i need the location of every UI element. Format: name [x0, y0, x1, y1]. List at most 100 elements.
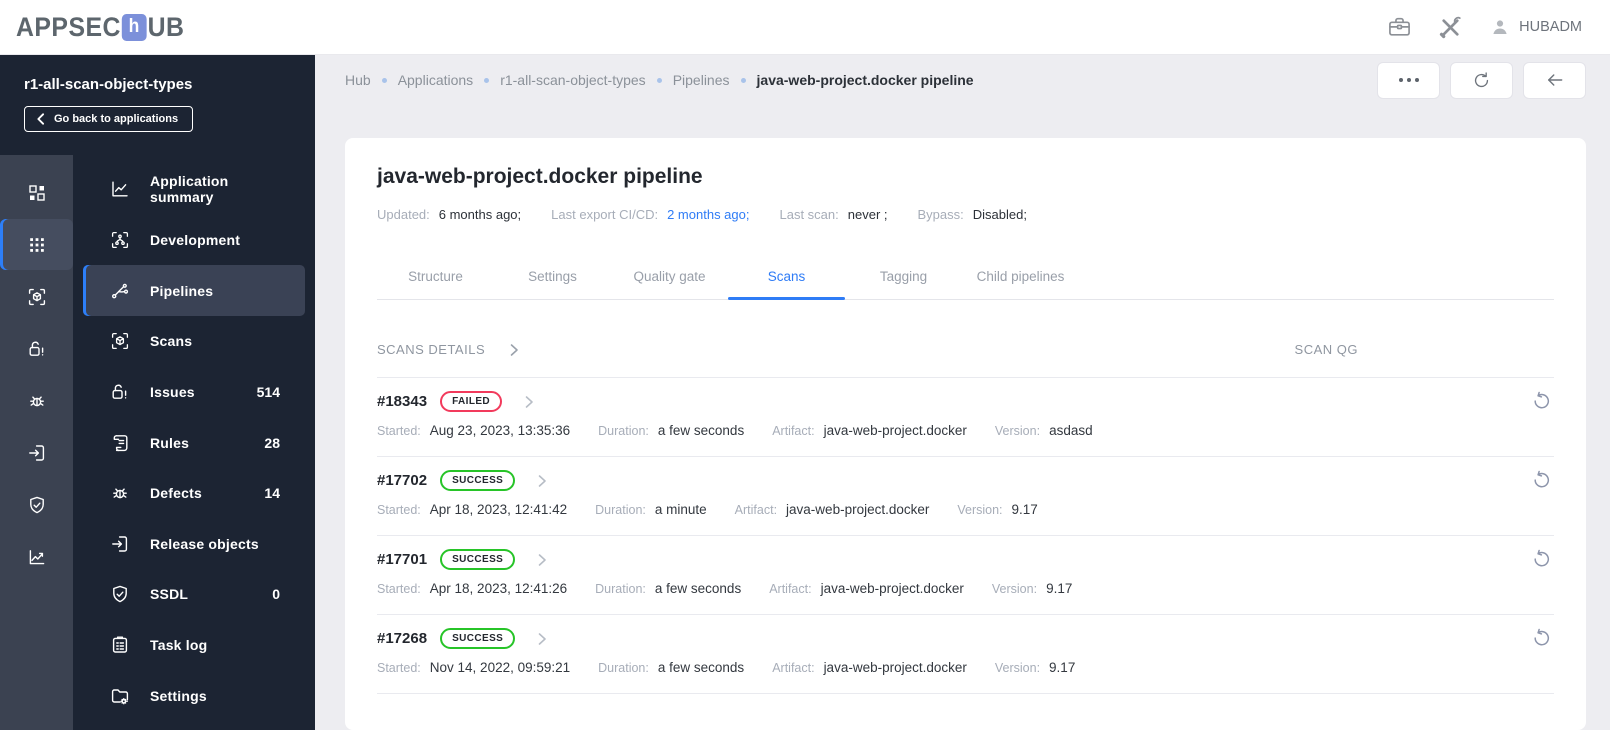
- scan-artifact-link[interactable]: java-web-project.docker: [824, 423, 967, 438]
- scan-qg-column-header: SCAN QG: [1294, 342, 1358, 357]
- breadcrumb-dot: [484, 77, 490, 83]
- breadcrumb-application[interactable]: r1-all-scan-object-types: [500, 72, 646, 88]
- pipeline-tabs: Structure Settings Quality gate Scans Ta…: [377, 256, 1554, 300]
- more-options-icon: [1398, 78, 1419, 82]
- breadcrumb-hub[interactable]: Hub: [345, 72, 371, 88]
- back-arrow-icon: [1547, 74, 1562, 86]
- breadcrumb-current: java-web-project.docker pipeline: [756, 72, 974, 88]
- chevron-right-icon[interactable]: [535, 553, 549, 567]
- last-export-label: Last export CI/CD:: [551, 207, 659, 222]
- scan-artifact-link[interactable]: java-web-project.docker: [786, 502, 929, 517]
- chart-icon[interactable]: [0, 531, 73, 582]
- tab-quality-gate[interactable]: Quality gate: [611, 256, 728, 299]
- refresh-button[interactable]: [1450, 61, 1513, 99]
- briefcase-icon[interactable]: [1387, 15, 1412, 40]
- breadcrumb-bar: Hub Applications r1-all-scan-object-type…: [315, 55, 1610, 105]
- more-options-button[interactable]: [1377, 61, 1440, 99]
- bypass-label: Bypass:: [917, 207, 964, 222]
- sidebar-item-defects[interactable]: Defects 14: [83, 468, 305, 519]
- last-scan-value: never ;: [847, 207, 888, 222]
- sidebar-item-rules[interactable]: Rules 28: [83, 417, 305, 468]
- sidebar-item-task-log[interactable]: Task log: [83, 620, 305, 671]
- bypass-value: Disabled;: [972, 207, 1027, 222]
- scan-id[interactable]: #17701: [377, 551, 427, 568]
- tools-icon[interactable]: [1438, 15, 1463, 40]
- rules-scroll-icon: [110, 433, 130, 453]
- updated-label: Updated:: [377, 207, 430, 222]
- release-box-icon: [110, 534, 130, 554]
- lock-icon: [110, 382, 130, 402]
- sidebar-item-settings[interactable]: Settings: [83, 670, 305, 721]
- breadcrumb-dot: [381, 77, 387, 83]
- top-header: APPSEC h UB HUBADM: [0, 0, 1610, 55]
- scan-cube-icon[interactable]: [0, 271, 73, 322]
- rerun-scan-icon[interactable]: [1531, 470, 1552, 491]
- tab-structure[interactable]: Structure: [377, 256, 494, 299]
- tab-settings[interactable]: Settings: [494, 256, 611, 299]
- pipeline-card: java-web-project.docker pipeline Updated…: [345, 138, 1586, 730]
- chart-line-icon: [110, 179, 130, 199]
- scan-status-badge: SUCCESS: [440, 470, 516, 491]
- next-row-divider: [377, 693, 1554, 717]
- pipeline-icon: [110, 281, 130, 301]
- issues-count-badge: 514: [256, 383, 280, 400]
- bug-icon[interactable]: [0, 375, 73, 426]
- ssdl-count-badge: 0: [272, 586, 280, 603]
- user-menu[interactable]: HUBADM: [1489, 16, 1582, 38]
- chevron-right-icon[interactable]: [507, 343, 521, 357]
- scan-id[interactable]: #17702: [377, 472, 427, 489]
- last-export-value[interactable]: 2 months ago;: [667, 207, 749, 222]
- shield-check-icon: [110, 584, 130, 604]
- scan-started: Apr 18, 2023, 12:41:26: [429, 581, 568, 596]
- rerun-scan-icon[interactable]: [1531, 549, 1552, 570]
- sidebar-item-pipelines[interactable]: Pipelines: [83, 265, 305, 316]
- tab-child-pipelines[interactable]: Child pipelines: [962, 256, 1079, 299]
- release-box-icon[interactable]: [0, 427, 73, 478]
- scan-version: asdasd: [1049, 423, 1093, 438]
- apps-grid-icon[interactable]: [0, 219, 73, 270]
- rerun-scan-icon[interactable]: [1531, 628, 1552, 649]
- task-log-icon: [110, 635, 130, 655]
- sidebar-item-scans[interactable]: Scans: [83, 316, 305, 367]
- defects-count-badge: 14: [264, 485, 280, 502]
- scan-row: #18343 FAILED Started: Aug 23, 2023, 13:3…: [377, 377, 1554, 456]
- chevron-right-icon[interactable]: [535, 474, 549, 488]
- scan-duration: a few seconds: [654, 581, 742, 596]
- dashboard-icon[interactable]: [0, 167, 73, 218]
- scan-row: #17268 SUCCESS Started: Nov 14, 2022, 09:…: [377, 614, 1554, 693]
- scan-version: 9.17: [1046, 581, 1073, 596]
- scan-id[interactable]: #17268: [377, 630, 427, 647]
- sidebar-item-application-summary[interactable]: Application summary: [83, 164, 305, 215]
- application-name: r1-all-scan-object-types: [24, 76, 193, 93]
- tab-tagging[interactable]: Tagging: [845, 256, 962, 299]
- breadcrumb-pipelines[interactable]: Pipelines: [673, 72, 730, 88]
- sidebar-item-release-objects[interactable]: Release objects: [83, 518, 305, 569]
- chevron-right-icon[interactable]: [535, 632, 549, 646]
- breadcrumb-applications[interactable]: Applications: [398, 72, 474, 88]
- updated-value: 6 months ago;: [438, 207, 522, 222]
- sidebar-item-issues[interactable]: Issues 514: [83, 367, 305, 418]
- scan-started: Apr 18, 2023, 12:41:42: [429, 502, 568, 517]
- logo-prefix: APPSEC: [16, 11, 121, 42]
- page-title: java-web-project.docker pipeline: [377, 165, 703, 188]
- sidebar: r1-all-scan-object-types Go back to appl…: [0, 55, 315, 730]
- scan-artifact-link[interactable]: java-web-project.docker: [824, 660, 967, 675]
- tab-scans[interactable]: Scans: [728, 256, 845, 300]
- scan-started: Aug 23, 2023, 13:35:36: [429, 423, 571, 438]
- back-button[interactable]: [1523, 61, 1586, 99]
- breadcrumb: Hub Applications r1-all-scan-object-type…: [345, 72, 974, 88]
- scan-version: 9.17: [1011, 502, 1038, 517]
- lock-icon[interactable]: [0, 323, 73, 374]
- sidebar-item-development[interactable]: Development: [83, 215, 305, 266]
- scan-duration: a few seconds: [657, 423, 745, 438]
- rerun-scan-icon[interactable]: [1531, 391, 1552, 412]
- shield-check-icon[interactable]: [0, 479, 73, 530]
- sidebar-item-ssdl[interactable]: SSDL 0: [83, 569, 305, 620]
- appsechub-logo: APPSEC h UB: [16, 12, 184, 43]
- chevron-right-icon[interactable]: [522, 395, 536, 409]
- scan-artifact-link[interactable]: java-web-project.docker: [821, 581, 964, 596]
- go-back-to-applications-button[interactable]: Go back to applications: [24, 106, 194, 132]
- folder-settings-icon: [110, 686, 130, 706]
- user-icon: [1493, 20, 1507, 34]
- scan-id[interactable]: #18343: [377, 393, 427, 410]
